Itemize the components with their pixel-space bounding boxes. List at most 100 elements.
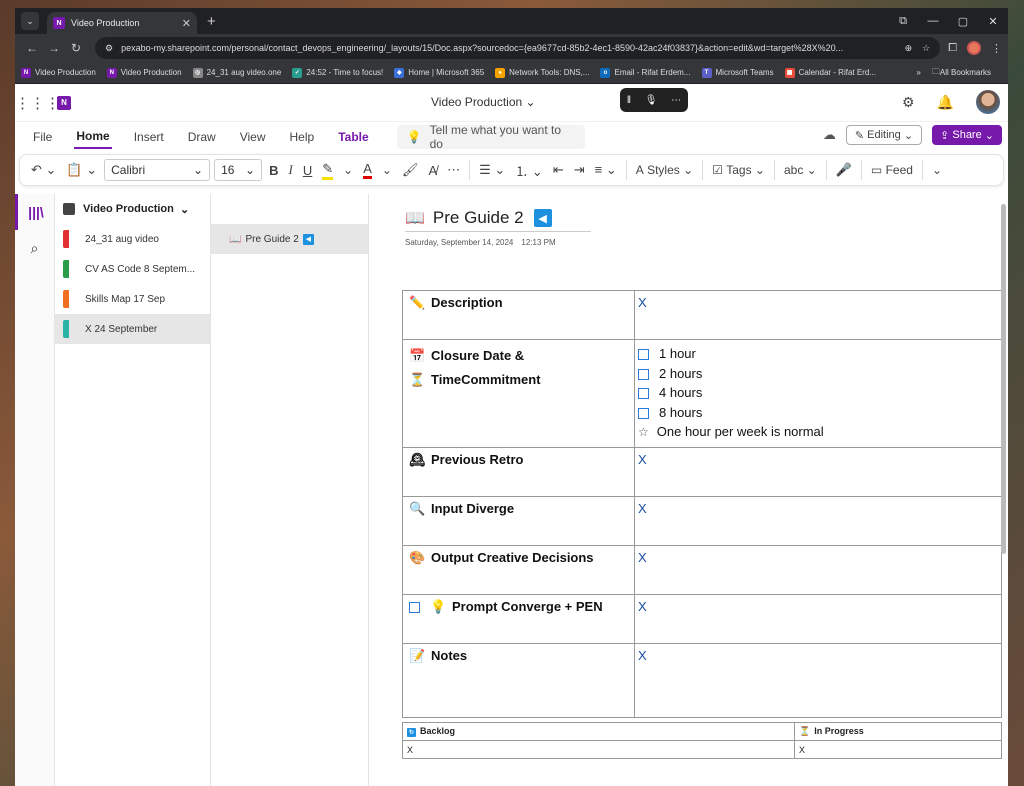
- paste-icon[interactable]: 📋 ⌄: [66, 162, 97, 178]
- font-name-select[interactable]: Calibri ⌄: [104, 159, 211, 181]
- spelling-icon[interactable]: abc ⌄: [784, 163, 817, 177]
- menu-icon[interactable]: ⋮: [991, 42, 1002, 55]
- page-canvas[interactable]: 📖 Pre Guide 2 ◀ Saturday, September 14, …: [369, 194, 1008, 786]
- editing-mode-button[interactable]: ✎ Editing ⌄: [845, 125, 923, 145]
- checkbox[interactable]: [638, 407, 649, 419]
- notifications-bell-icon[interactable]: 🔔: [937, 94, 954, 111]
- bookmark-item[interactable]: ● Network Tools: DNS,...: [495, 67, 589, 78]
- scrollbar[interactable]: [1001, 204, 1006, 554]
- section-item[interactable]: X 24 September: [55, 314, 210, 344]
- cast-icon[interactable]: ⧉: [888, 15, 918, 28]
- bookmark-item[interactable]: ▦ Calendar - Rifat Erd...: [784, 67, 876, 78]
- font-color-icon[interactable]: A: [363, 161, 372, 179]
- clear-format-icon[interactable]: A̸: [428, 163, 437, 178]
- bookmark-item[interactable]: ◆ Home | Microsoft 365: [394, 67, 484, 78]
- extensions-icon[interactable]: ⧠: [948, 42, 957, 55]
- feed-button[interactable]: ▭ Feed: [871, 163, 913, 177]
- maximize-button[interactable]: ▢: [948, 15, 978, 28]
- sync-status-icon[interactable]: ☁: [823, 127, 836, 143]
- tab-file[interactable]: File: [31, 126, 54, 148]
- more-icon[interactable]: ⋯: [671, 95, 681, 106]
- highlight-icon[interactable]: ✎: [322, 161, 334, 180]
- window-close-button[interactable]: ✕: [978, 15, 1008, 28]
- table-cell[interactable]: X: [634, 642, 1002, 718]
- notebooks-icon[interactable]: |||\: [15, 194, 54, 230]
- more-options-icon[interactable]: ⋯: [447, 162, 460, 178]
- bookmark-item[interactable]: o Email - Rifat Erdem...: [600, 67, 691, 78]
- lightbulb-icon: 💡: [430, 598, 447, 614]
- notebook-switcher[interactable]: Video Production ⌄: [55, 194, 210, 224]
- tab-home[interactable]: Home: [74, 125, 112, 149]
- table-row: 🔍 Input Diverge X: [402, 495, 1002, 546]
- outdent-icon[interactable]: ⇤: [553, 162, 564, 178]
- address-bar[interactable]: ⚙ pexabo-my.sharepoint.com/personal/cont…: [95, 37, 941, 59]
- tags-button[interactable]: ☑ Tags ⌄: [712, 163, 765, 177]
- reload-button[interactable]: ↻: [65, 41, 87, 55]
- close-icon[interactable]: ✕: [182, 17, 191, 30]
- page-title[interactable]: 📖 Pre Guide 2 ◀: [405, 208, 591, 232]
- new-tab-button[interactable]: +: [207, 13, 216, 30]
- section-item[interactable]: Skills Map 17 Sep: [55, 284, 210, 314]
- font-size-select[interactable]: 16 ⌄: [214, 159, 263, 181]
- browser-tab[interactable]: N Video Production ✕: [47, 12, 197, 34]
- numbering-icon[interactable]: ⒈ ⌄: [515, 161, 543, 180]
- undo-icon[interactable]: ↶ ⌄: [31, 162, 56, 178]
- hourglass-icon: ⏳: [409, 372, 426, 387]
- pause-icon[interactable]: ‖: [627, 95, 631, 106]
- table-cell[interactable]: X: [634, 446, 1002, 497]
- bookmark-item[interactable]: T Microsoft Teams: [701, 67, 774, 78]
- checkbox[interactable]: [638, 368, 649, 380]
- bold-button[interactable]: B: [269, 163, 278, 178]
- bookmark-item[interactable]: ✓ 24:52 - Time to focus!: [292, 67, 383, 78]
- table-cell[interactable]: X: [634, 495, 1002, 546]
- tab-search-button[interactable]: ⌄: [21, 12, 39, 30]
- bullets-icon[interactable]: ☰ ⌄: [479, 162, 505, 178]
- checkbox[interactable]: [638, 349, 649, 361]
- italic-button[interactable]: I: [289, 162, 293, 178]
- profile-avatar[interactable]: [967, 41, 981, 55]
- styles-button[interactable]: A Styles ⌄: [636, 163, 693, 177]
- bookmark-item[interactable]: N Video Production: [106, 67, 182, 78]
- section-item[interactable]: CV AS Code 8 Septem...: [55, 254, 210, 284]
- indent-icon[interactable]: ⇥: [574, 162, 585, 178]
- expand-ribbon-icon[interactable]: ⌄: [932, 163, 942, 177]
- minimize-button[interactable]: —: [918, 15, 948, 27]
- checkbox[interactable]: [638, 388, 649, 400]
- search-icon[interactable]: ⌕: [15, 230, 54, 266]
- site-info-icon[interactable]: ⚙: [105, 43, 113, 54]
- app-launcher-icon[interactable]: ⋮⋮⋮: [15, 94, 60, 112]
- format-painter-icon[interactable]: 🖌: [402, 162, 419, 178]
- bookmark-item[interactable]: N Video Production: [21, 67, 96, 78]
- document-title[interactable]: Video Production ⌄: [431, 95, 536, 109]
- table-cell[interactable]: X: [794, 740, 1002, 759]
- settings-icon[interactable]: ⚙: [902, 94, 915, 111]
- sections-pane: Video Production ⌄ 24_31 aug video CV AS …: [55, 194, 211, 786]
- tab-draw[interactable]: Draw: [186, 126, 218, 148]
- dictate-mic-icon[interactable]: 🎤: [836, 162, 852, 178]
- table-cell[interactable]: X: [634, 544, 1002, 595]
- tab-help[interactable]: Help: [288, 126, 317, 148]
- table-cell[interactable]: X: [634, 593, 1002, 644]
- underline-button[interactable]: U: [303, 163, 312, 178]
- back-button[interactable]: ←: [21, 41, 43, 55]
- all-bookmarks-button[interactable]: 🗀 All Bookmarks: [932, 66, 991, 80]
- section-item[interactable]: 24_31 aug video: [55, 224, 210, 254]
- page-item[interactable]: 📖 Pre Guide 2 ◀: [211, 224, 368, 254]
- table-cell[interactable]: X: [402, 740, 795, 759]
- bookmark-star-icon[interactable]: ☆: [922, 43, 930, 54]
- align-icon[interactable]: ≡ ⌄: [595, 162, 617, 178]
- tab-view[interactable]: View: [238, 126, 268, 148]
- tell-me-search[interactable]: 💡 Tell me what you want to do: [396, 123, 585, 151]
- forward-button[interactable]: →: [43, 41, 65, 55]
- checkbox[interactable]: [409, 601, 420, 613]
- bookmark-item[interactable]: ◎ 24_31 aug video.one: [192, 67, 281, 78]
- share-button[interactable]: ⇪ Share ⌄: [932, 125, 1002, 145]
- tab-insert[interactable]: Insert: [132, 126, 166, 148]
- mic-icon[interactable]: 🎙: [645, 95, 658, 106]
- zoom-icon[interactable]: ⊕: [905, 43, 913, 54]
- user-avatar[interactable]: [976, 90, 1000, 114]
- more-bookmarks-icon[interactable]: »: [916, 68, 920, 77]
- tab-table[interactable]: Table: [336, 126, 370, 148]
- list-item: 2 hours: [638, 364, 998, 384]
- table-cell[interactable]: X: [634, 290, 1002, 340]
